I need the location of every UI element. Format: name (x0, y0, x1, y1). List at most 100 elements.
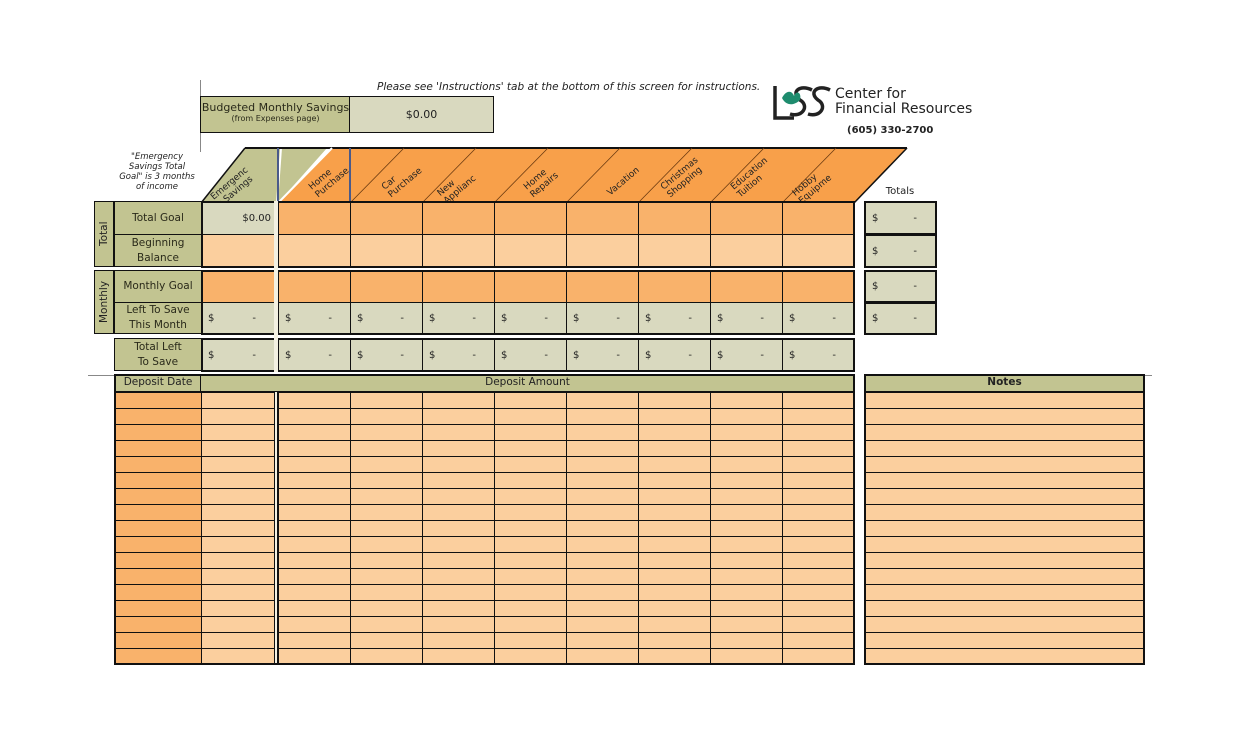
deposit-amount-cell[interactable] (422, 456, 495, 473)
deposit-amount-cell[interactable] (494, 472, 567, 489)
deposit-amount-cell[interactable] (350, 648, 423, 665)
notes-cell[interactable] (864, 536, 1145, 553)
deposit-amount-cell[interactable] (638, 488, 711, 505)
deposit-amount-cell[interactable] (350, 584, 423, 601)
deposit-amount-cell[interactable] (494, 632, 567, 649)
deposit-amount-cell[interactable] (782, 472, 855, 489)
deposit-amount-cell[interactable] (782, 424, 855, 441)
deposit-amount-cell[interactable] (494, 600, 567, 617)
deposit-amount-cell[interactable] (782, 392, 855, 409)
deposit-amount-cell[interactable] (201, 568, 275, 585)
deposit-amount-cell[interactable] (422, 488, 495, 505)
deposit-amount-cell[interactable] (422, 392, 495, 409)
deposit-amount-cell[interactable] (710, 520, 783, 537)
deposit-amount-cell[interactable] (350, 552, 423, 569)
notes-cell[interactable] (864, 488, 1145, 505)
deposit-amount-cell[interactable] (350, 456, 423, 473)
deposit-amount-cell[interactable] (350, 616, 423, 633)
deposit-amount-cell[interactable] (710, 440, 783, 457)
deposit-amount-cell[interactable] (278, 536, 351, 553)
deposit-amount-cell[interactable] (782, 488, 855, 505)
total-goal-vacation[interactable] (566, 201, 639, 235)
deposit-amount-cell[interactable] (566, 392, 639, 409)
notes-cell[interactable] (864, 472, 1145, 489)
deposit-amount-cell[interactable] (710, 600, 783, 617)
monthly-goal-new-appliances[interactable] (422, 270, 495, 303)
monthly-goal-home-purchase[interactable] (278, 270, 351, 303)
monthly-goal-vacation[interactable] (566, 270, 639, 303)
deposit-date-cell[interactable] (114, 392, 202, 409)
deposit-amount-cell[interactable] (278, 456, 351, 473)
deposit-amount-cell[interactable] (566, 504, 639, 521)
deposit-amount-cell[interactable] (201, 600, 275, 617)
deposit-amount-cell[interactable] (494, 616, 567, 633)
deposit-amount-cell[interactable] (422, 520, 495, 537)
deposit-amount-cell[interactable] (494, 440, 567, 457)
deposit-amount-cell[interactable] (710, 536, 783, 553)
notes-cell[interactable] (864, 616, 1145, 633)
notes-cell[interactable] (864, 520, 1145, 537)
deposit-amount-cell[interactable] (638, 616, 711, 633)
beginning-balance-home-repairs[interactable] (494, 234, 567, 268)
deposit-date-cell[interactable] (114, 632, 202, 649)
notes-cell[interactable] (864, 552, 1145, 569)
deposit-date-cell[interactable] (114, 408, 202, 425)
deposit-amount-cell[interactable] (782, 440, 855, 457)
deposit-amount-cell[interactable] (350, 392, 423, 409)
deposit-amount-cell[interactable] (201, 408, 275, 425)
deposit-amount-cell[interactable] (566, 568, 639, 585)
deposit-amount-cell[interactable] (494, 424, 567, 441)
deposit-amount-cell[interactable] (278, 632, 351, 649)
deposit-amount-cell[interactable] (422, 504, 495, 521)
deposit-amount-cell[interactable] (710, 392, 783, 409)
deposit-amount-cell[interactable] (350, 520, 423, 537)
deposit-amount-cell[interactable] (350, 440, 423, 457)
deposit-amount-cell[interactable] (566, 616, 639, 633)
notes-cell[interactable] (864, 424, 1145, 441)
deposit-amount-cell[interactable] (782, 584, 855, 601)
notes-cell[interactable] (864, 584, 1145, 601)
deposit-date-cell[interactable] (114, 520, 202, 537)
deposit-amount-cell[interactable] (350, 408, 423, 425)
deposit-amount-cell[interactable] (566, 552, 639, 569)
notes-cell[interactable] (864, 408, 1145, 425)
deposit-amount-cell[interactable] (422, 568, 495, 585)
deposit-amount-cell[interactable] (782, 408, 855, 425)
beginning-balance-home-purchase[interactable] (278, 234, 351, 268)
deposit-amount-cell[interactable] (566, 424, 639, 441)
notes-cell[interactable] (864, 648, 1145, 665)
deposit-amount-cell[interactable] (710, 424, 783, 441)
notes-cell[interactable] (864, 600, 1145, 617)
deposit-amount-cell[interactable] (201, 456, 275, 473)
deposit-amount-cell[interactable] (278, 440, 351, 457)
deposit-amount-cell[interactable] (638, 456, 711, 473)
deposit-amount-cell[interactable] (566, 456, 639, 473)
deposit-amount-cell[interactable] (710, 632, 783, 649)
deposit-amount-cell[interactable] (422, 648, 495, 665)
deposit-amount-cell[interactable] (278, 584, 351, 601)
deposit-amount-cell[interactable] (566, 632, 639, 649)
deposit-amount-cell[interactable] (638, 472, 711, 489)
deposit-amount-cell[interactable] (710, 472, 783, 489)
deposit-amount-cell[interactable] (278, 568, 351, 585)
deposit-amount-cell[interactable] (422, 440, 495, 457)
deposit-amount-cell[interactable] (782, 616, 855, 633)
deposit-amount-cell[interactable] (278, 552, 351, 569)
total-goal-emergency-savings[interactable]: $0.00 (201, 201, 275, 235)
deposit-amount-cell[interactable] (278, 408, 351, 425)
deposit-date-cell[interactable] (114, 504, 202, 521)
deposit-amount-cell[interactable] (566, 440, 639, 457)
deposit-amount-cell[interactable] (710, 504, 783, 521)
deposit-date-cell[interactable] (114, 568, 202, 585)
deposit-amount-cell[interactable] (494, 408, 567, 425)
deposit-amount-cell[interactable] (201, 424, 275, 441)
total-goal-education-tuition[interactable] (710, 201, 783, 235)
total-goal-new-appliances[interactable] (422, 201, 495, 235)
total-goal-car-purchase[interactable] (350, 201, 423, 235)
deposit-amount-cell[interactable] (422, 472, 495, 489)
deposit-amount-cell[interactable] (782, 504, 855, 521)
beginning-balance-christmas-shopping[interactable] (638, 234, 711, 268)
deposit-amount-cell[interactable] (201, 648, 275, 665)
beginning-balance-emergency-savings[interactable] (201, 234, 275, 268)
deposit-amount-cell[interactable] (201, 472, 275, 489)
